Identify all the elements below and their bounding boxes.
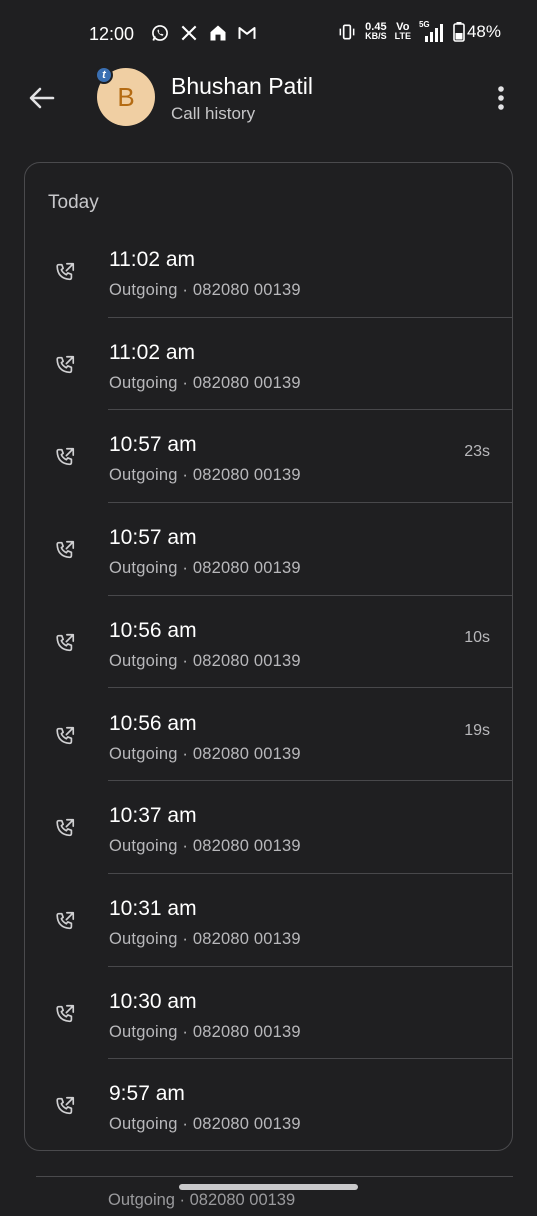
gmail-icon	[238, 27, 256, 39]
status-bar: 12:00 0.45 KB/S Vo LTE 5G 48%	[0, 0, 537, 70]
call-time: 9:57 am	[109, 1082, 185, 1106]
call-detail: Outgoing · 082080 00139	[109, 837, 301, 856]
next-card-peek: Outgoing · 082080 00139	[36, 1176, 513, 1216]
call-duration: 23s	[464, 443, 490, 461]
call-history-card: Today 11:02 am Outgoing · 082080 00139 1…	[24, 162, 513, 1151]
call-detail: Outgoing · 082080 00139	[109, 1115, 301, 1134]
call-duration: 19s	[464, 721, 490, 739]
call-detail: Outgoing · 082080 00139	[109, 466, 301, 485]
call-row[interactable]: 10:57 am Outgoing · 082080 00139 23s	[25, 410, 512, 504]
outgoing-call-icon	[56, 448, 75, 466]
page-subtitle: Call history	[171, 104, 256, 123]
outgoing-call-icon	[56, 541, 75, 559]
system-icons: 0.45 KB/S Vo LTE 5G 48%	[337, 20, 501, 42]
status-time: 12:00	[89, 24, 135, 44]
call-row[interactable]: 9:57 am Outgoing · 082080 00139	[25, 1059, 512, 1150]
x-icon	[181, 25, 197, 41]
call-row[interactable]: 10:31 am Outgoing · 082080 00139	[25, 874, 512, 967]
call-time: 10:57 am	[109, 433, 197, 457]
back-arrow-icon[interactable]	[26, 82, 58, 114]
call-detail: Outgoing · 082080 00139	[109, 559, 301, 578]
call-row[interactable]: 11:02 am Outgoing · 082080 00139	[25, 318, 512, 411]
network-speed: 0.45 KB/S	[365, 22, 387, 41]
contact-avatar[interactable]: B t	[95, 66, 157, 128]
vibrate-icon	[339, 24, 355, 40]
battery-percent: 48%	[466, 22, 501, 41]
outgoing-call-icon	[56, 911, 75, 930]
call-detail: Outgoing · 082080 00139	[109, 929, 301, 948]
outgoing-call-icon	[56, 1004, 75, 1022]
call-detail: Outgoing · 082080 00139	[109, 373, 301, 392]
call-row[interactable]: 10:56 am Outgoing · 082080 00139 19s	[25, 689, 512, 782]
call-detail: Outgoing · 082080 00139	[109, 651, 301, 670]
peek-call-detail: Outgoing · 082080 00139	[108, 1191, 296, 1209]
outgoing-call-icon	[56, 355, 75, 373]
call-row[interactable]: 11:02 am Outgoing · 082080 00139	[25, 225, 512, 318]
section-label-today: Today	[48, 192, 99, 213]
call-row[interactable]: 10:37 am Outgoing · 082080 00139	[25, 781, 512, 874]
call-time: 11:02 am	[109, 340, 195, 364]
battery-indicator: 48%	[453, 22, 501, 42]
outgoing-call-icon	[56, 262, 75, 281]
signal-icon	[424, 24, 443, 42]
app-header: B t Bhushan Patil Call history	[0, 62, 537, 142]
battery-icon	[453, 22, 465, 42]
volte-indicator: Vo LTE	[394, 22, 411, 41]
call-detail: Outgoing · 082080 00139	[109, 744, 301, 763]
home-icon	[210, 25, 226, 41]
call-time: 10:30 am	[109, 989, 197, 1013]
call-time: 10:37 am	[109, 804, 197, 828]
whatsapp-icon	[152, 25, 168, 41]
call-row[interactable]: 10:30 am Outgoing · 082080 00139	[25, 967, 512, 1060]
call-time: 11:02 am	[109, 248, 195, 271]
call-time: 10:56 am	[109, 711, 197, 735]
call-time: 10:31 am	[109, 896, 197, 920]
call-time: 10:57 am	[109, 526, 197, 550]
call-row[interactable]: 10:56 am Outgoing · 082080 00139 10s	[25, 596, 512, 689]
notification-icons	[150, 23, 257, 43]
call-row[interactable]: 10:57 am Outgoing · 082080 00139	[25, 503, 512, 596]
call-duration: 10s	[464, 628, 490, 646]
call-detail: Outgoing · 082080 00139	[109, 1022, 301, 1041]
outgoing-call-icon	[56, 726, 75, 744]
more-options-icon[interactable]	[489, 82, 513, 114]
volte-bottom: LTE	[394, 31, 411, 41]
speed-unit: KB/S	[365, 31, 387, 41]
truecaller-badge-icon: t	[95, 66, 113, 84]
outgoing-call-icon	[56, 633, 75, 651]
outgoing-call-icon	[56, 819, 75, 837]
signal-indicator: 5G	[419, 20, 445, 42]
contact-name: Bhushan Patil	[171, 73, 313, 99]
outgoing-call-icon	[56, 1097, 75, 1115]
call-detail: Outgoing · 082080 00139	[109, 281, 301, 299]
gesture-nav-handle[interactable]	[179, 1184, 358, 1190]
call-time: 10:56 am	[109, 618, 197, 642]
